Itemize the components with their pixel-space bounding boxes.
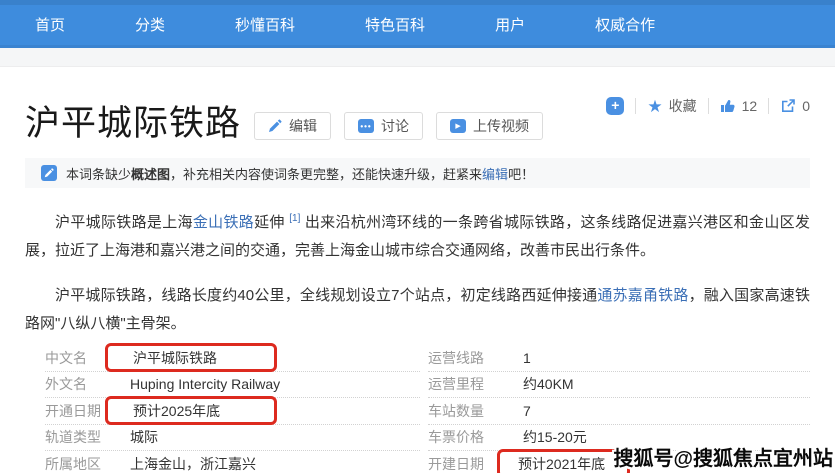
divider <box>708 98 709 114</box>
reference-1[interactable]: [1] <box>289 213 300 224</box>
intro-paragraph-1: 沪平城际铁路是上海金山铁路延伸 [1] 出来沿杭州湾环线的一条跨省城际铁路，这条… <box>25 205 810 265</box>
field-label: 车站数量 <box>428 401 523 421</box>
link-tongsujiayong-railway[interactable]: 通苏嘉甬铁路 <box>597 287 688 304</box>
infobox-left-column: 中文名沪平城际铁路外文名Huping Intercity Railway开通日期… <box>25 345 420 473</box>
pencil-badge-icon <box>41 165 57 181</box>
favorite-button[interactable]: ★ 收藏 <box>647 96 696 116</box>
field-label: 运营线路 <box>428 348 523 368</box>
table-row: 运营线路1 <box>428 345 810 372</box>
field-value: 城际 <box>130 427 158 447</box>
annotation-box: 预计2021年底 <box>497 449 630 473</box>
field-value: 约40KM <box>523 374 574 394</box>
field-value: 1 <box>523 350 531 366</box>
top-nav: 首页 分类 秒懂百科 特色百科 用户 权威合作 <box>0 0 835 48</box>
intro-paragraph-2: 沪平城际铁路，线路长度约40公里，全线规划设立7个站点，初定线路西延伸接通通苏嘉… <box>25 282 810 338</box>
field-value: 沪平城际铁路 <box>133 348 217 368</box>
share-button[interactable]: 0 <box>780 98 810 114</box>
field-label: 运营里程 <box>428 374 523 394</box>
like-count: 12 <box>742 98 758 114</box>
notice-text: 本词条缺少概述图，补充相关内容使词条更完整，还能快速升级，赶紧来编辑吧！ <box>66 164 534 183</box>
discuss-button-label: 讨论 <box>381 116 409 136</box>
chat-icon: ••• <box>358 119 374 133</box>
favorite-label: 收藏 <box>669 96 697 116</box>
subnav-band <box>0 48 835 67</box>
field-label: 车票价格 <box>428 427 523 447</box>
nav-item-0[interactable]: 首页 <box>35 14 65 35</box>
field-label: 所属地区 <box>45 454 130 473</box>
like-button[interactable]: 12 <box>720 98 758 114</box>
baike-page: 首页 分类 秒懂百科 特色百科 用户 权威合作 + ★ 收藏 12 <box>0 0 835 473</box>
nav-item-4[interactable]: 用户 <box>495 14 525 35</box>
link-jinshan-railway[interactable]: 金山铁路 <box>193 214 254 231</box>
edit-button-label: 编辑 <box>289 116 317 136</box>
field-value: 预计2025年底 <box>133 401 220 421</box>
content-area: + ★ 收藏 12 <box>0 67 835 473</box>
field-value: 上海金山，浙江嘉兴 <box>130 454 256 473</box>
edit-button[interactable]: 编辑 <box>254 112 331 140</box>
share-icon <box>780 98 796 114</box>
upload-video-button[interactable]: ▶ 上传视频 <box>436 112 543 140</box>
nav-item-2[interactable]: 秒懂百科 <box>235 14 295 35</box>
table-row: 外文名Huping Intercity Railway <box>45 372 420 399</box>
pencil-icon <box>268 119 282 133</box>
table-row: 运营里程约40KM <box>428 372 810 399</box>
field-label: 轨道类型 <box>45 427 130 447</box>
thumbs-up-icon <box>720 98 736 114</box>
table-row: 轨道类型城际 <box>45 425 420 452</box>
table-row: 中文名沪平城际铁路 <box>45 345 420 372</box>
notice-edit-link[interactable]: 编辑 <box>482 167 508 182</box>
star-icon: ★ <box>647 98 662 115</box>
meta-bar: + ★ 收藏 12 <box>606 96 810 116</box>
annotation-box: 预计2025年底 <box>105 396 277 425</box>
divider <box>635 98 636 114</box>
page-title: 沪平城际铁路 <box>25 103 241 145</box>
nav-item-1[interactable]: 分类 <box>135 14 165 35</box>
field-value: Huping Intercity Railway <box>130 376 280 392</box>
nav-item-5[interactable]: 权威合作 <box>595 14 655 35</box>
field-label: 外文名 <box>45 374 130 394</box>
table-row: 车站数量7 <box>428 398 810 425</box>
table-row: 所属地区上海金山，浙江嘉兴 <box>45 451 420 473</box>
table-row: 开通日期预计2025年底 <box>45 398 420 425</box>
annotation-box: 沪平城际铁路 <box>105 343 277 372</box>
field-value: 7 <box>523 403 531 419</box>
add-icon[interactable]: + <box>606 97 624 115</box>
divider <box>768 98 769 114</box>
share-count: 0 <box>802 98 810 114</box>
notice-bar: 本词条缺少概述图，补充相关内容使词条更完整，还能快速升级，赶紧来编辑吧！ <box>25 158 810 188</box>
watermark: 搜狐号@搜狐焦点宜州站 <box>613 442 833 471</box>
field-value: 约15-20元 <box>523 427 587 447</box>
discuss-button[interactable]: ••• 讨论 <box>344 112 423 140</box>
nav-item-3[interactable]: 特色百科 <box>365 14 425 35</box>
field-value: 预计2021年底 <box>518 454 605 473</box>
upload-button-label: 上传视频 <box>473 116 529 136</box>
play-icon: ▶ <box>450 119 466 133</box>
